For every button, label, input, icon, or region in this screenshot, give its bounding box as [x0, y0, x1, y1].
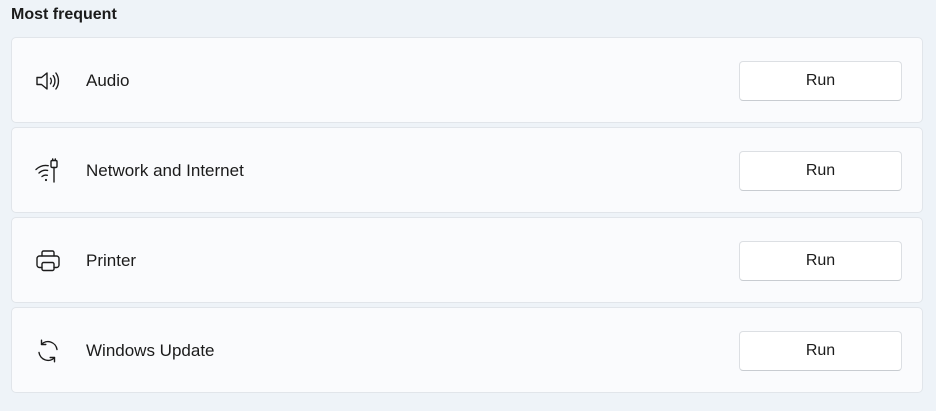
run-network-button[interactable]: Run — [739, 151, 902, 191]
run-windows-update-button[interactable]: Run — [739, 331, 902, 371]
troubleshooter-list: Audio Run Network and Internet Run Print… — [11, 37, 923, 397]
troubleshooter-audio: Audio Run — [11, 37, 923, 123]
speaker-icon — [34, 67, 62, 95]
run-audio-button[interactable]: Run — [739, 61, 902, 101]
troubleshooter-label: Windows Update — [86, 341, 215, 360]
run-printer-button[interactable]: Run — [739, 241, 902, 281]
network-icon — [34, 157, 62, 185]
troubleshooter-label: Network and Internet — [86, 161, 244, 180]
troubleshooter-network: Network and Internet Run — [11, 127, 923, 213]
troubleshooter-label: Audio — [86, 71, 130, 90]
troubleshooter-windows-update: Windows Update Run — [11, 307, 923, 393]
troubleshooter-printer: Printer Run — [11, 217, 923, 303]
sync-icon — [34, 337, 62, 365]
troubleshooter-label: Printer — [86, 251, 137, 270]
printer-icon — [34, 247, 62, 275]
section-title: Most frequent — [11, 6, 117, 23]
